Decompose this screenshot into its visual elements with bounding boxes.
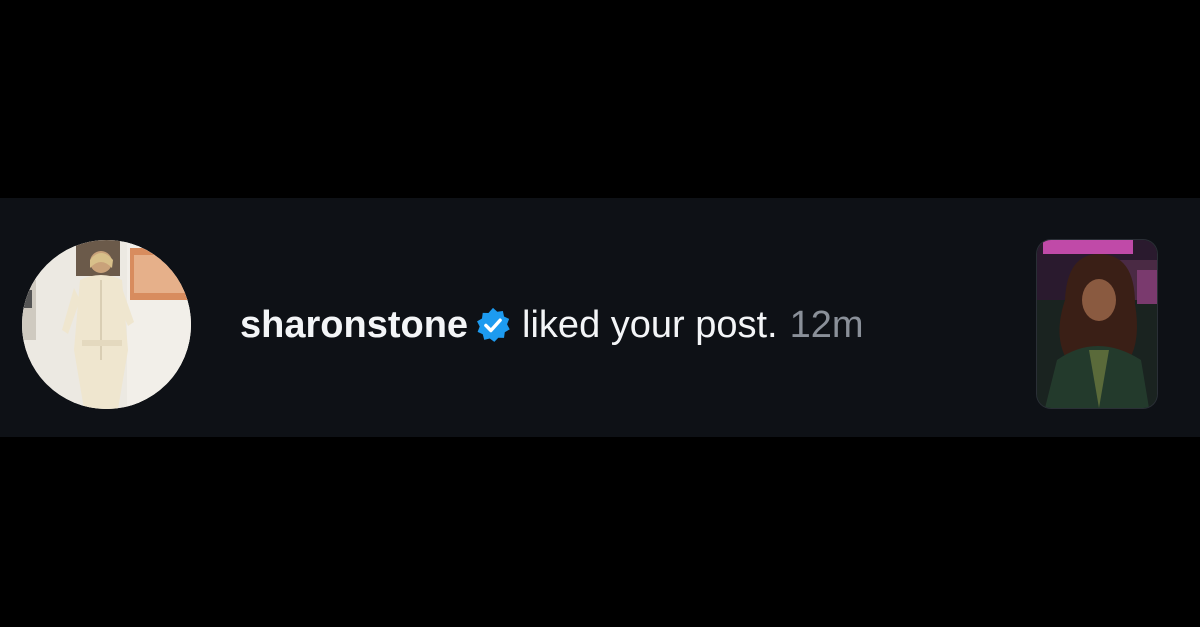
avatar[interactable]	[22, 240, 191, 409]
notification-row[interactable]: sharonstone liked your post. 12m	[0, 198, 1200, 437]
verified-badge-icon	[474, 306, 512, 344]
page: sharonstone liked your post. 12m	[0, 0, 1200, 627]
timestamp: 12m	[789, 304, 864, 346]
post-photo	[1037, 240, 1157, 408]
post-thumbnail[interactable]	[1037, 240, 1157, 408]
avatar-photo	[22, 240, 191, 409]
action-text: liked your post.	[522, 304, 778, 346]
notification-text: sharonstone liked your post. 12m	[240, 301, 864, 349]
username-link[interactable]: sharonstone	[240, 301, 468, 349]
